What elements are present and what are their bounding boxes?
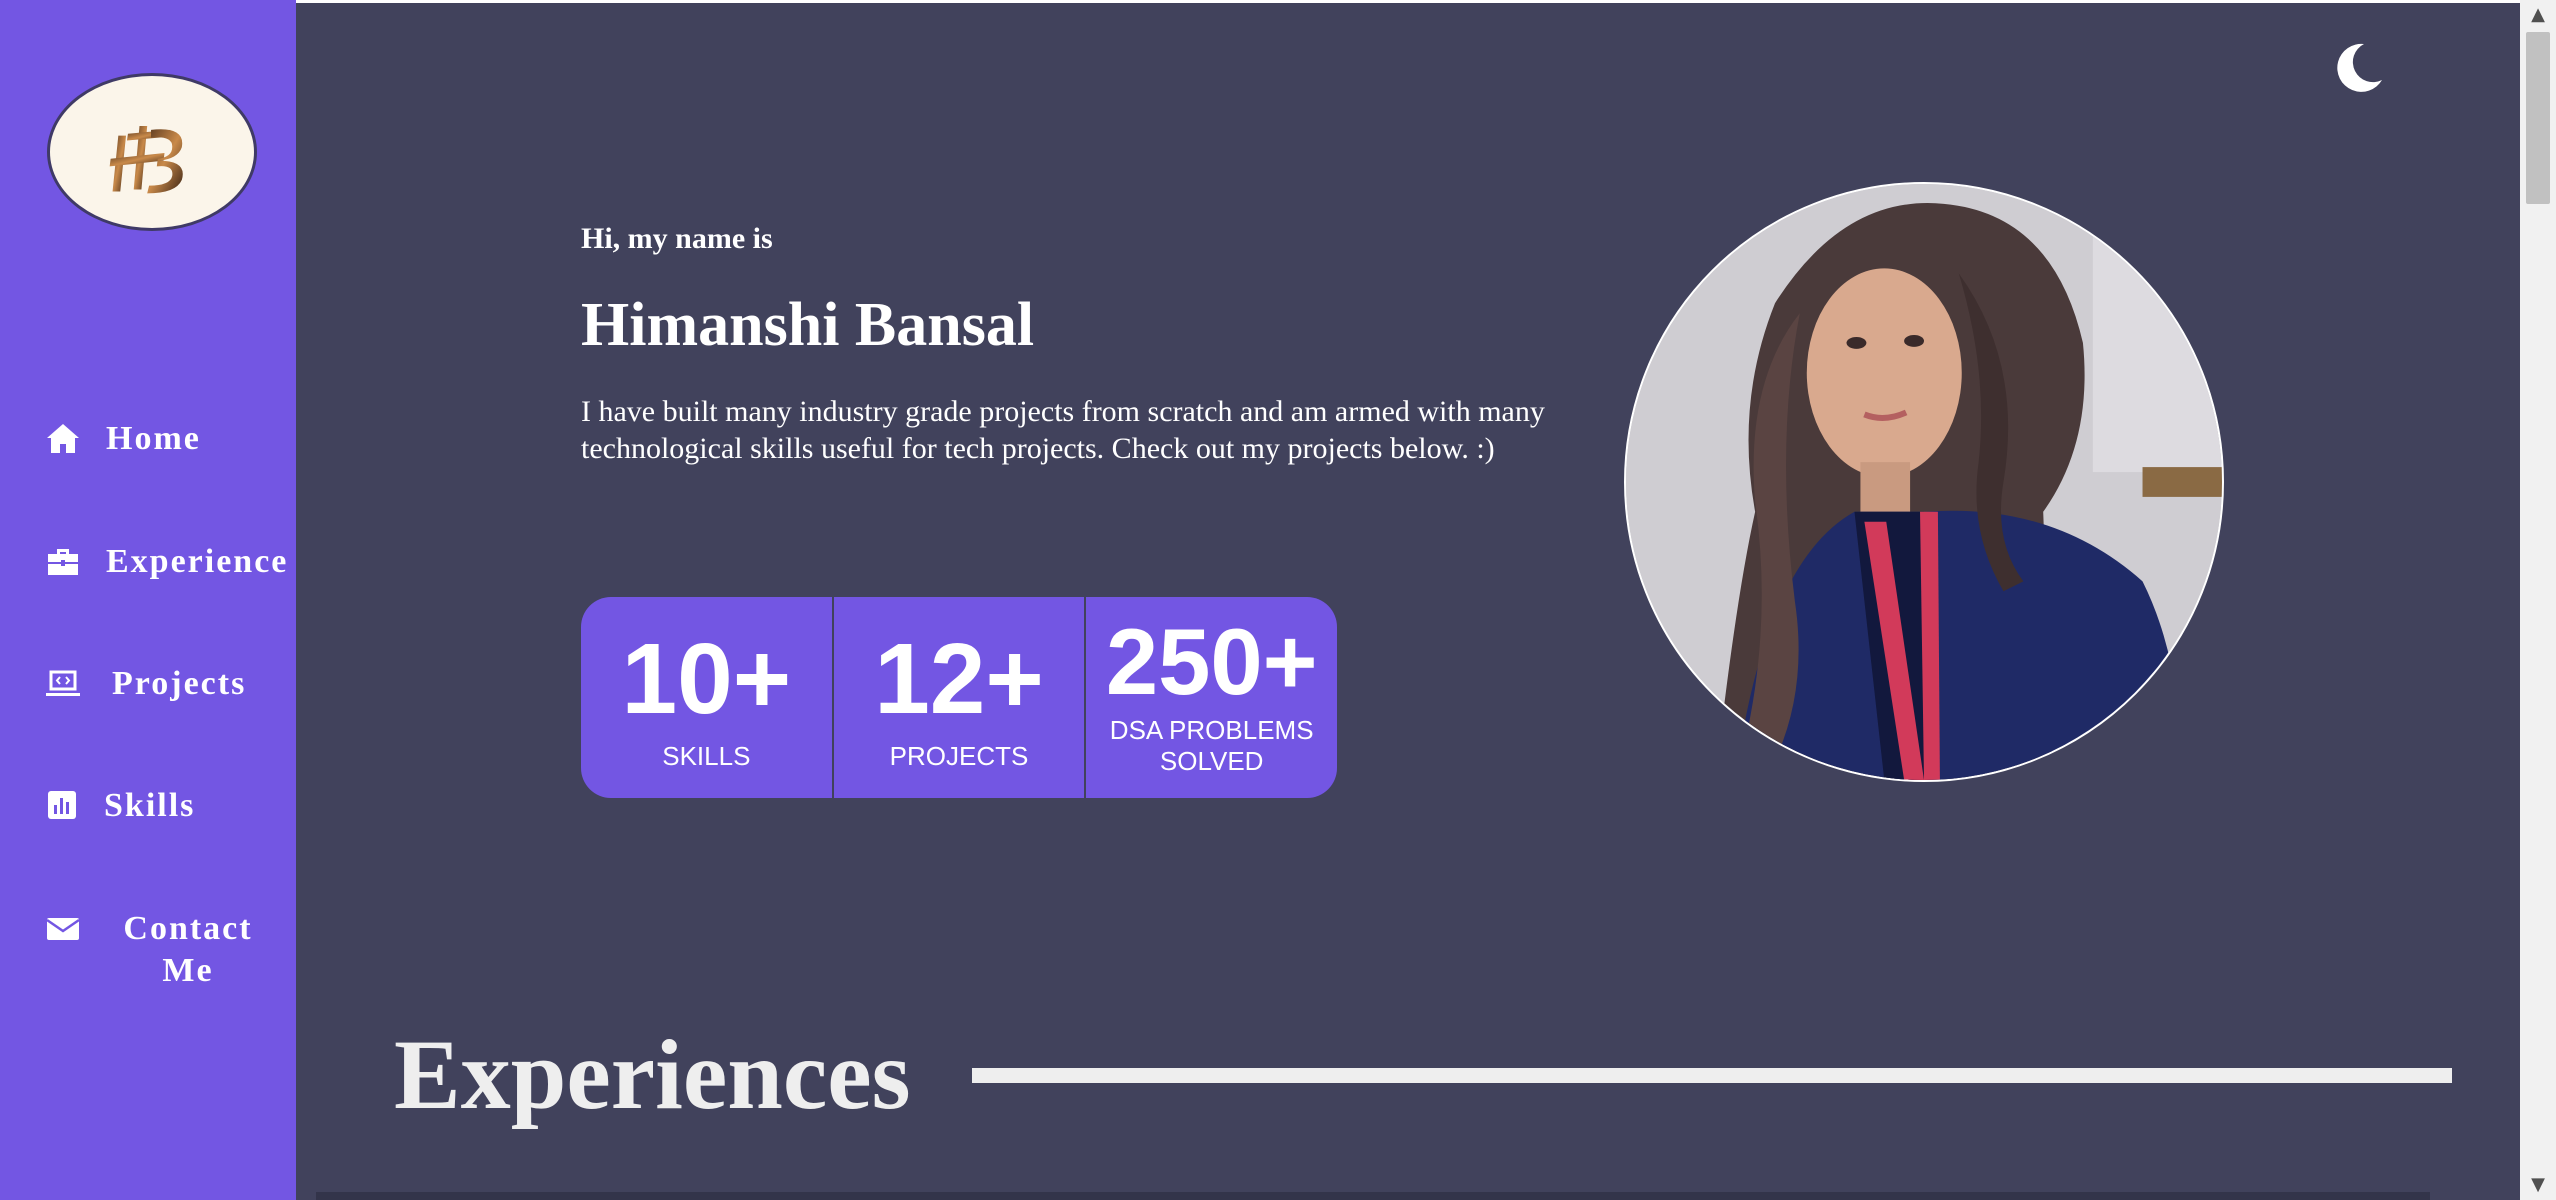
logo[interactable] [47, 73, 257, 231]
hero-bio: I have built many industry grade project… [581, 395, 1545, 465]
sidebar-item-skills[interactable]: Skills [44, 785, 195, 827]
experience-card-top-edge [316, 1192, 2430, 1200]
chart-bar-icon [44, 787, 82, 825]
stat-dsa: 250+ DSA PROBLEMS SOLVED [1084, 597, 1337, 798]
profile-photo-illustration [1626, 184, 2222, 780]
stat-value: 10+ [621, 623, 792, 735]
envelope-icon [44, 910, 82, 948]
theme-toggle-button[interactable] [2330, 40, 2386, 96]
laptop-code-icon [44, 665, 82, 703]
sidebar: Home Experience Projects Skills Contact … [0, 0, 296, 1200]
sidebar-item-contact[interactable]: Contact Me [44, 908, 268, 992]
vertical-scrollbar[interactable]: ▲ ▼ [2520, 0, 2556, 1200]
profile-photo [1624, 182, 2224, 782]
home-icon [44, 420, 82, 458]
sidebar-item-home[interactable]: Home [44, 418, 201, 460]
stat-label: PROJECTS [889, 741, 1029, 771]
section-title-experiences: Experiences [394, 1019, 911, 1130]
section-divider [972, 1068, 2452, 1083]
hero-name: Himanshi Bansal [581, 291, 1035, 359]
scroll-down-arrow-icon[interactable]: ▼ [2520, 1170, 2556, 1200]
stats-panel: 10+ SKILLS 12+ PROJECTS 250+ DSA PROBLEM… [581, 597, 1337, 798]
sidebar-item-label: Home [106, 420, 201, 457]
sidebar-item-projects[interactable]: Projects [44, 663, 246, 705]
stat-projects: 12+ PROJECTS [831, 597, 1085, 798]
scroll-up-arrow-icon[interactable]: ▲ [2520, 0, 2556, 30]
sidebar-item-label: Skills [104, 787, 196, 824]
stat-value: 12+ [874, 623, 1044, 735]
stat-label: SKILLS [662, 741, 751, 771]
scroll-thumb[interactable] [2526, 32, 2550, 204]
sidebar-item-label: Contact Me [123, 910, 253, 989]
stat-skills: 10+ SKILLS [581, 597, 832, 798]
logo-monogram-icon [109, 126, 183, 194]
stat-value: 250+ [1105, 609, 1318, 714]
stat-label: DSA PROBLEMS SOLVED [1109, 715, 1314, 776]
moon-icon [2337, 43, 2382, 92]
greeting-text: Hi, my name is [581, 222, 773, 255]
sidebar-item-experience[interactable]: Experience [44, 541, 288, 583]
briefcase-icon [44, 543, 82, 581]
sidebar-item-label: Experience [106, 543, 289, 580]
sidebar-item-label: Projects [112, 665, 247, 702]
